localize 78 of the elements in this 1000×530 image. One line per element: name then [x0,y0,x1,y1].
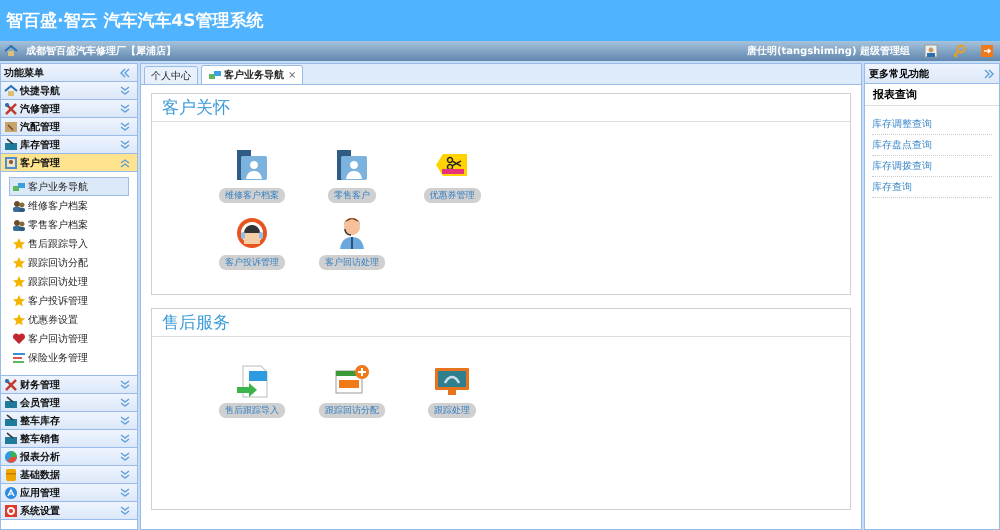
star-icon [12,256,26,270]
menu-item[interactable]: 优惠券设置 [9,310,129,329]
menu-group[interactable]: 财务管理 [1,376,137,394]
expand-icon [119,504,131,516]
expand-icon [983,68,995,80]
collapse-icon [119,66,131,78]
box-icon [4,120,18,134]
menu-item[interactable]: 售后跟踪导入 [9,234,129,253]
report-link[interactable]: 库存调拨查询 [872,159,932,173]
heart-icon [12,332,26,346]
tools-icon [4,378,18,392]
house-icon [4,84,18,98]
expand-icon [119,468,131,480]
menu-group[interactable]: 基础数据 [1,466,137,484]
expand-icon [119,102,131,114]
star-icon [12,274,26,288]
tray-icon [4,432,18,446]
report-link[interactable]: 库存调整查询 [872,117,932,131]
menu-group[interactable]: 汽配管理 [1,118,137,136]
menu-item[interactable]: 保险业务管理 [9,348,129,367]
menu-item[interactable]: 维修客户档案 [9,196,129,215]
sidebar-title: 功能菜单 [4,66,45,80]
people-icon [12,198,26,212]
expand-icon [119,378,131,390]
menu-group[interactable]: 整车库存 [1,412,137,430]
expand-icon [119,450,131,462]
menu-group[interactable]: 库存管理 [1,136,137,154]
menu-item[interactable]: 跟踪回访分配 [9,253,129,272]
shop-name: 成都智百盛汽车修理厂【犀浦店】 [26,44,176,58]
section-title: 客户关怀 [162,97,230,119]
expand-icon [119,138,131,150]
menu-group[interactable]: 客户管理 [1,154,137,172]
expand-icon [119,120,131,132]
key-icon [952,44,966,58]
house-icon [4,44,18,58]
user-name: 唐仕明(tangshiming) 超级管理组 [746,44,910,58]
expand-icon [119,396,131,408]
menu-item[interactable]: 客户回访管理 [9,329,129,348]
database-icon [4,468,18,482]
menu-group[interactable]: 报表分析 [1,448,137,466]
contact-card-icon [4,156,18,170]
menu-group[interactable]: 汽修管理 [1,100,137,118]
profile-icon [924,44,938,58]
list-icon [12,350,26,364]
tab[interactable]: 个人中心 [144,66,198,84]
menu-group[interactable]: 系统设置 [1,502,137,520]
tray-icon [4,414,18,428]
section-title: 售后服务 [162,312,230,334]
app-title: 智百盛·智云 汽车汽车4S管理系统 [6,10,264,32]
logout-icon [980,44,994,58]
section-heading: 报表查询 [865,84,999,106]
menu-group[interactable]: 整车销售 [1,430,137,448]
expand-icon [119,432,131,444]
pie-chart-icon [4,450,18,464]
panel-title: 更多常见功能 [869,68,929,80]
menu-item[interactable]: 跟踪回访处理 [9,272,129,291]
menu-item[interactable]: 客户业务导航 [9,177,129,196]
menu-group[interactable]: 应用管理 [1,484,137,502]
menu-group[interactable]: 快捷导航 [1,82,137,100]
star-icon [12,312,26,326]
expand-icon [119,84,131,96]
star-icon [12,236,26,250]
collapse-icon [119,156,131,168]
tray-icon [4,138,18,152]
close-button[interactable]: × [288,70,296,80]
expand-icon [119,486,131,498]
people-icon [12,218,26,232]
menu-item[interactable]: 客户投诉管理 [9,291,129,310]
expand-icon [119,414,131,426]
star-icon [12,294,26,308]
report-link[interactable]: 库存查询 [872,180,912,194]
tray-icon [4,396,18,410]
app-store-icon [4,486,18,500]
menu-item[interactable]: 零售客户档案 [9,215,129,234]
menu-group[interactable]: 会员管理 [1,394,137,412]
tab[interactable]: 客户业务导航 × [201,65,304,84]
tools-icon [4,102,18,116]
report-link[interactable]: 库存盘点查询 [872,138,932,152]
